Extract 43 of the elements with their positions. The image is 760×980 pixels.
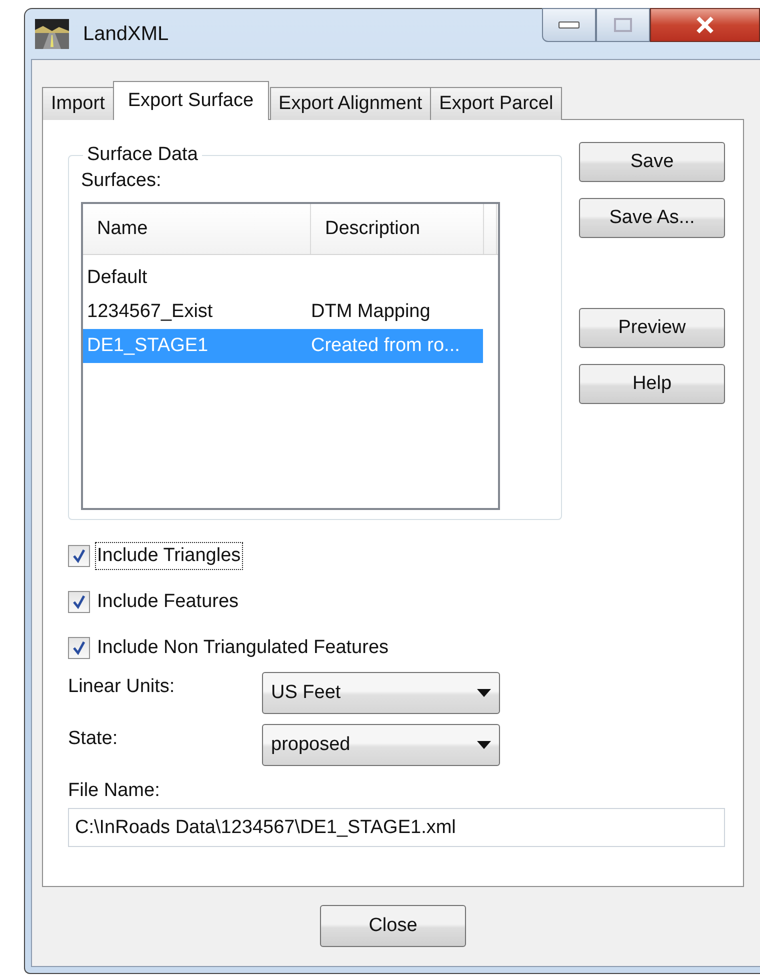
surfaces-label: Surfaces: <box>81 170 162 192</box>
checkbox-label[interactable]: Include Non Triangulated Features <box>95 634 391 662</box>
field-label: Linear Units: <box>68 675 176 698</box>
maximize-button[interactable] <box>596 8 650 42</box>
tab[interactable]: Export Parcel <box>430 87 562 120</box>
field-label: State: <box>68 727 119 750</box>
checkbox[interactable] <box>68 545 90 567</box>
file-name-field[interactable]: C:\InRoads Data\1234567\DE1_STAGE1.xml <box>68 808 725 847</box>
list-row[interactable]: Default <box>83 261 483 295</box>
checkbox[interactable] <box>68 591 90 613</box>
checkmark-icon <box>71 548 87 564</box>
action-button[interactable]: Save As... <box>579 198 725 238</box>
tab[interactable]: Import <box>42 87 114 120</box>
minimize-icon <box>557 20 581 30</box>
dropdown[interactable]: proposed <box>262 724 500 766</box>
checkmark-icon <box>71 640 87 656</box>
road-icon <box>35 19 69 49</box>
field-label: File Name: <box>68 780 161 802</box>
minimize-button[interactable] <box>542 8 596 42</box>
caret-icon <box>477 689 491 697</box>
tab[interactable]: Export Alignment <box>270 87 432 120</box>
caret-icon <box>477 741 491 749</box>
column-header[interactable]: Description <box>311 204 484 254</box>
checkmark-icon <box>71 594 87 610</box>
tab[interactable]: Export Surface <box>112 81 269 120</box>
close-dialog-button[interactable]: Close <box>320 905 466 947</box>
checkbox-label[interactable]: Include Triangles <box>95 542 243 570</box>
dropdown-value: proposed <box>271 734 350 756</box>
column-header[interactable]: Name <box>83 204 311 254</box>
action-button[interactable]: Preview <box>579 308 725 348</box>
list-row[interactable]: 1234567_Exist DTM Mapping <box>83 295 483 329</box>
close-button[interactable] <box>650 8 760 42</box>
dropdown-value: US Feet <box>271 682 341 704</box>
action-button[interactable]: Help <box>579 364 725 404</box>
close-icon <box>695 16 715 34</box>
group-title: Surface Data <box>86 144 199 166</box>
checkbox-label[interactable]: Include Features <box>95 588 241 616</box>
action-button[interactable]: Save <box>579 142 725 182</box>
maximize-icon <box>613 17 633 33</box>
dropdown[interactable]: US Feet <box>262 672 500 714</box>
window-title: LandXML <box>83 22 169 46</box>
surfaces-list[interactable]: Name Description Default 1234567_Exist DTM Mapping DE1_STAGE1 Created from ro... <box>81 202 500 510</box>
checkbox[interactable] <box>68 637 90 659</box>
